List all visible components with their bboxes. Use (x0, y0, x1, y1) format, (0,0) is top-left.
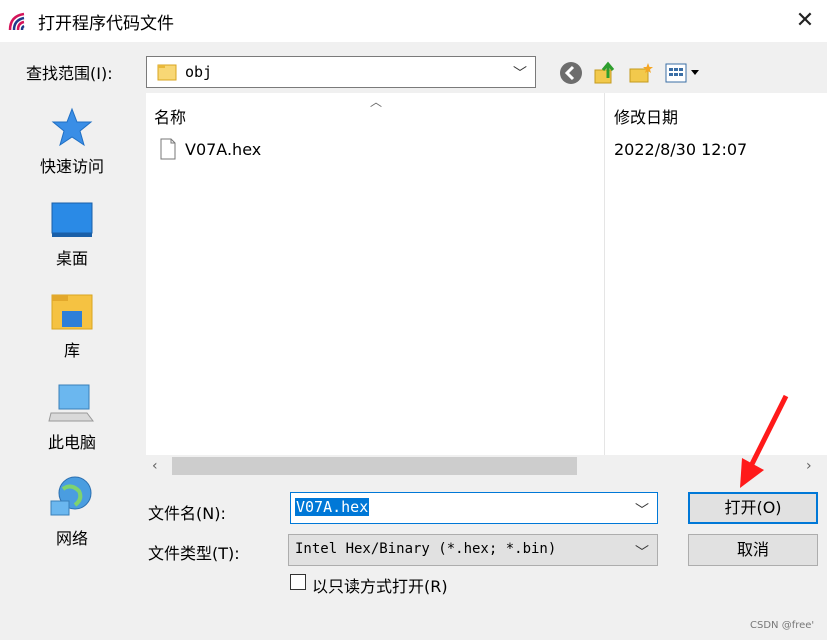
chevron-down-icon: ﹀ (513, 66, 527, 82)
computer-icon (48, 384, 94, 422)
file-date: 2022/8/30 12:07 (614, 140, 748, 159)
new-folder-icon[interactable] (628, 60, 654, 86)
filetype-value: Intel Hex/Binary (*.hex; *.bin) (295, 541, 557, 557)
folder-icon (157, 64, 177, 81)
scroll-left-icon[interactable]: ‹ (152, 455, 158, 477)
filetype-label: 文件类型(T): (148, 544, 240, 563)
sort-ascending-icon: ︿ (370, 95, 383, 109)
place-quick-access[interactable]: 快速访问 (0, 107, 144, 177)
filename-label: 文件名(N): (148, 504, 226, 523)
library-icon (51, 294, 93, 330)
look-in-dropdown[interactable]: obj ﹀ (146, 56, 536, 88)
look-in-label: 查找范围(I): (26, 64, 113, 83)
place-label: 网络 (55, 529, 88, 548)
red-arrow-annotation-icon (740, 394, 789, 488)
open-button[interactable]: 打开(O) (688, 492, 818, 524)
title-bar: 打开程序代码文件 ✕ (0, 0, 827, 42)
filename-input-value[interactable]: V07A.hex (295, 498, 370, 516)
app-logo-icon (8, 12, 25, 31)
place-label: 此电脑 (47, 433, 96, 452)
place-label: 桌面 (55, 249, 88, 268)
network-icon (50, 476, 92, 516)
place-desktop[interactable]: 桌面 (0, 201, 144, 269)
chevron-down-icon[interactable]: ﹀ (635, 500, 649, 520)
place-label: 快速访问 (39, 157, 104, 176)
watermark: CSDN @free' (750, 620, 815, 631)
scroll-right-icon[interactable]: › (806, 455, 812, 477)
scroll-thumb[interactable] (172, 457, 577, 475)
place-library[interactable]: 库 (0, 291, 144, 361)
filename-combobox[interactable]: V07A.hex ﹀ (290, 492, 658, 524)
column-header-name[interactable]: 名称 (154, 104, 186, 128)
readonly-label[interactable]: 以只读方式打开(R) (312, 573, 448, 597)
place-label: 库 (63, 341, 80, 360)
place-network[interactable]: 网络 (0, 475, 144, 549)
horizontal-scrollbar[interactable]: ‹ › (146, 455, 827, 477)
filetype-select[interactable]: Intel Hex/Binary (*.hex; *.bin) ﹀ (288, 534, 658, 566)
column-header-date[interactable]: 修改日期 (614, 104, 678, 128)
desktop-icon (51, 202, 93, 237)
place-this-pc[interactable]: 此电脑 (0, 383, 144, 453)
cancel-button[interactable]: 取消 (688, 534, 818, 566)
chevron-down-icon: ﹀ (635, 545, 649, 561)
close-icon: ✕ (795, 8, 815, 33)
view-menu-icon[interactable] (664, 60, 704, 86)
file-icon (160, 138, 176, 160)
file-name: V07A.hex (185, 140, 262, 159)
places-bar: 快速访问 桌面 库 此电脑 网络 (0, 93, 144, 548)
look-in-value: obj (185, 63, 213, 81)
star-icon (51, 107, 93, 147)
readonly-checkbox[interactable] (290, 574, 306, 590)
back-icon[interactable] (558, 60, 584, 86)
window-title: 打开程序代码文件 (38, 14, 174, 34)
close-button[interactable]: ✕ (790, 6, 820, 36)
up-folder-icon[interactable] (592, 60, 618, 86)
